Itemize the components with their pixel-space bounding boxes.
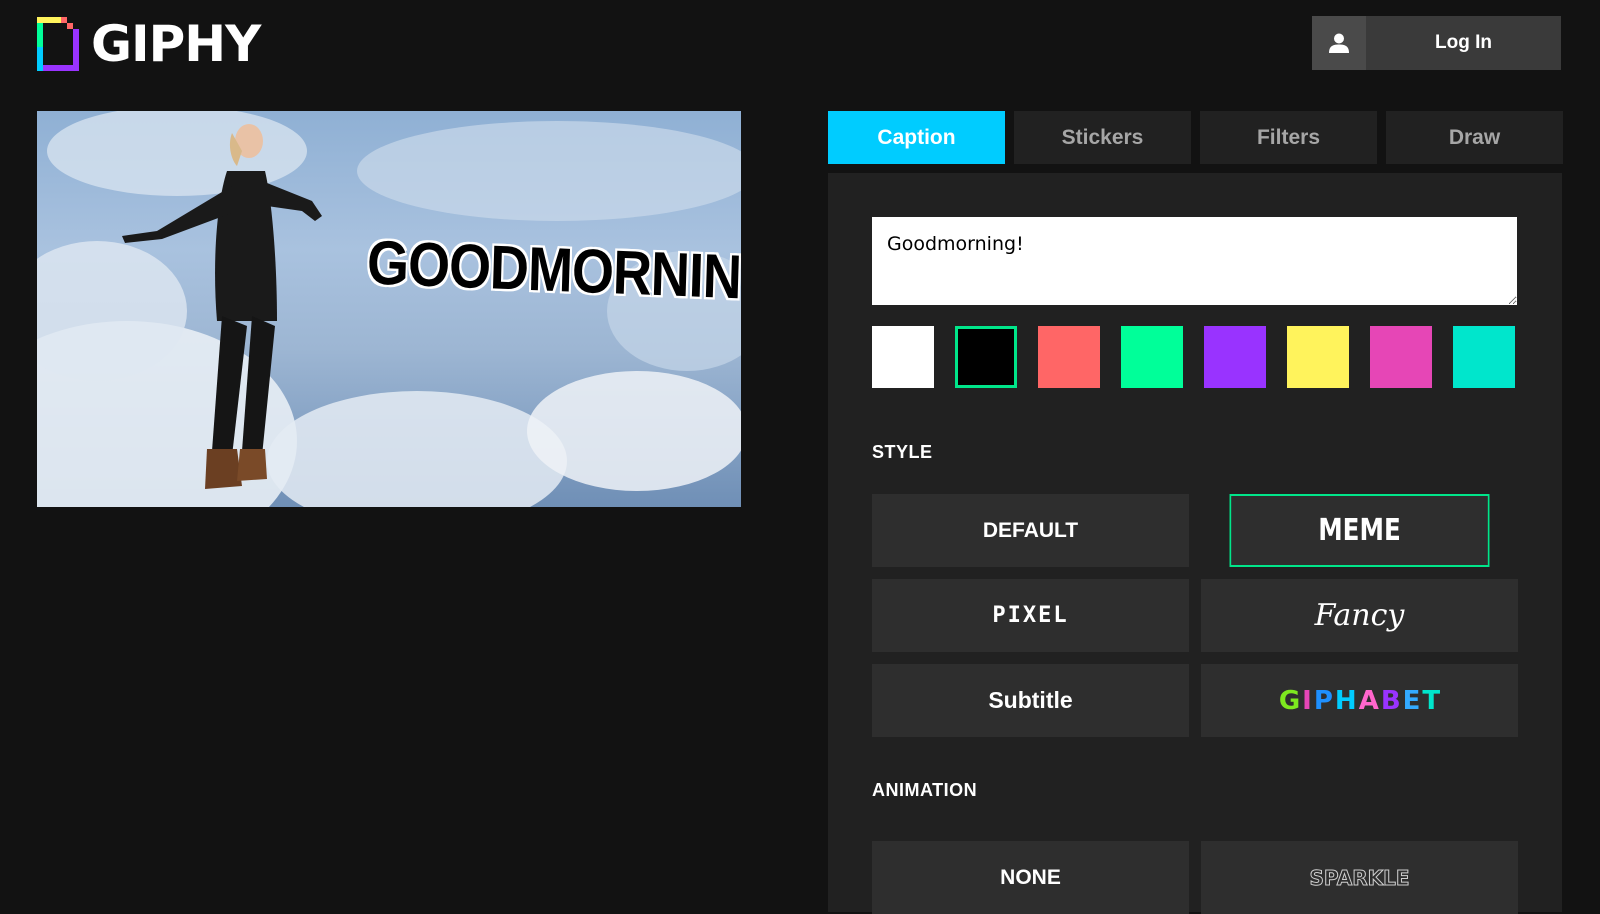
color-swatch-pink[interactable] <box>1370 326 1432 388</box>
tab-stickers[interactable]: Stickers <box>1014 111 1191 164</box>
color-swatch-white[interactable] <box>872 326 934 388</box>
caption-panel: STYLE DEFAULT MEME PIXEL Fancy Subtitle … <box>828 173 1562 914</box>
tab-filters[interactable]: Filters <box>1200 111 1377 164</box>
giphabet-letters: GIPHABET <box>1278 686 1441 716</box>
user-icon <box>1312 16 1366 70</box>
style-section-label: STYLE <box>872 442 933 462</box>
giphabet-letter: E <box>1402 685 1421 716</box>
style-default-button[interactable]: DEFAULT <box>872 494 1189 567</box>
preview-caption: GOODMORNING! <box>366 228 741 315</box>
color-swatch-yellow[interactable] <box>1287 326 1349 388</box>
color-swatch-green[interactable] <box>1121 326 1183 388</box>
style-meme-button[interactable]: MEME <box>1229 494 1490 567</box>
animation-sparkle-button[interactable]: SPARKLE <box>1201 841 1518 914</box>
color-swatch-purple[interactable] <box>1204 326 1266 388</box>
giphabet-letter: P <box>1313 685 1333 716</box>
style-fancy-button[interactable]: Fancy <box>1201 579 1518 652</box>
animation-none-button[interactable]: NONE <box>872 841 1189 914</box>
giphabet-letter: T <box>1422 685 1441 716</box>
style-options: DEFAULT MEME PIXEL Fancy Subtitle GIPHAB… <box>872 494 1518 737</box>
animation-options: NONE SPARKLE <box>872 841 1518 914</box>
giphy-logo[interactable]: GIPHY <box>37 15 261 73</box>
giphabet-letter: G <box>1278 685 1301 716</box>
animation-section-label: ANIMATION <box>872 780 978 800</box>
editor-tabs: Caption Stickers Filters Draw <box>828 111 1563 164</box>
color-swatches <box>872 326 1515 388</box>
color-swatch-teal[interactable] <box>1453 326 1515 388</box>
giphy-logo-icon <box>37 17 79 71</box>
color-swatch-coral[interactable] <box>1038 326 1100 388</box>
giphabet-letter: H <box>1334 685 1357 716</box>
style-subtitle-button[interactable]: Subtitle <box>872 664 1189 737</box>
giphabet-letter: I <box>1302 685 1312 716</box>
caption-text-input[interactable] <box>872 217 1517 305</box>
giphabet-letter: B <box>1380 685 1401 716</box>
color-swatch-black[interactable] <box>955 326 1017 388</box>
style-pixel-button[interactable]: PIXEL <box>872 579 1189 652</box>
tab-caption[interactable]: Caption <box>828 111 1005 164</box>
style-giphabet-button[interactable]: GIPHABET <box>1201 664 1518 737</box>
login-label: Log In <box>1435 32 1492 53</box>
giphabet-letter: A <box>1358 685 1379 716</box>
logo-text: GIPHY <box>91 15 261 73</box>
tab-draw[interactable]: Draw <box>1386 111 1563 164</box>
gif-preview: GOODMORNING! <box>37 111 741 507</box>
login-button[interactable]: Log In <box>1312 16 1561 70</box>
